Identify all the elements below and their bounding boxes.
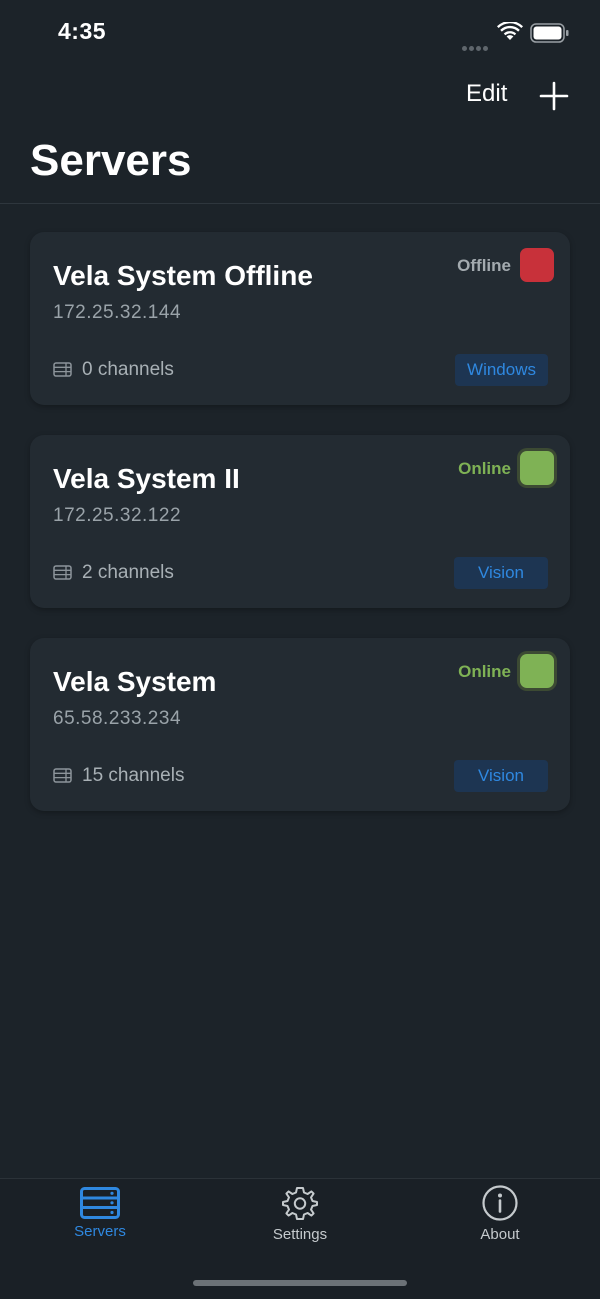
os-badge: Vision [454,760,548,792]
cellular-signal-icon [462,38,490,56]
server-ip: 172.25.32.122 [53,505,182,526]
status-label: Online [458,459,511,478]
page-title: Servers [30,136,192,185]
status-indicator [520,451,554,485]
channel-count-label: 15 channels [82,765,185,786]
channels-icon [53,362,72,377]
tab-about[interactable]: About [430,1185,570,1243]
plus-icon[interactable] [538,80,570,112]
status-label: Online [458,662,511,681]
server-icon [80,1187,120,1219]
battery-icon [530,23,569,43]
os-badge: Vision [454,557,548,589]
server-name: Vela System [53,666,217,697]
divider [0,203,600,204]
server-card[interactable]: Vela System II 172.25.32.122 Online 2 ch… [30,435,570,608]
tab-label: About [480,1226,520,1243]
os-badge: Windows [455,354,548,386]
server-name: Vela System Offline [53,260,313,291]
server-ip: 65.58.233.234 [53,708,182,729]
server-name: Vela System II [53,463,240,494]
status-time: 4:35 [58,18,107,44]
status-label: Offline [457,256,511,275]
channel-count-label: 2 channels [82,562,174,583]
channel-count: 0 channels [53,359,174,381]
gear-icon [282,1187,318,1220]
status-bar: 4:35 [0,0,600,66]
server-ip: 172.25.32.144 [53,302,182,323]
status-indicator [520,248,554,282]
server-list: Vela System Offline 172.25.32.144 Offlin… [30,232,570,841]
channel-count-label: 0 channels [82,359,174,380]
edit-button[interactable]: Edit [466,80,507,108]
channel-count: 2 channels [53,562,174,584]
tab-servers[interactable]: Servers [30,1187,170,1240]
server-card[interactable]: Vela System Offline 172.25.32.144 Offlin… [30,232,570,405]
tab-label: Settings [272,1226,328,1243]
info-icon [482,1185,518,1221]
wifi-icon [497,22,523,40]
status-indicator [520,654,554,688]
channels-icon [53,768,72,783]
tab-settings[interactable]: Settings [230,1187,370,1243]
channels-icon [53,565,72,580]
server-card[interactable]: Vela System 65.58.233.234 Online 15 chan… [30,638,570,811]
tab-label: Servers [74,1223,126,1240]
channel-count: 15 channels [53,765,184,787]
home-indicator[interactable] [193,1280,407,1286]
